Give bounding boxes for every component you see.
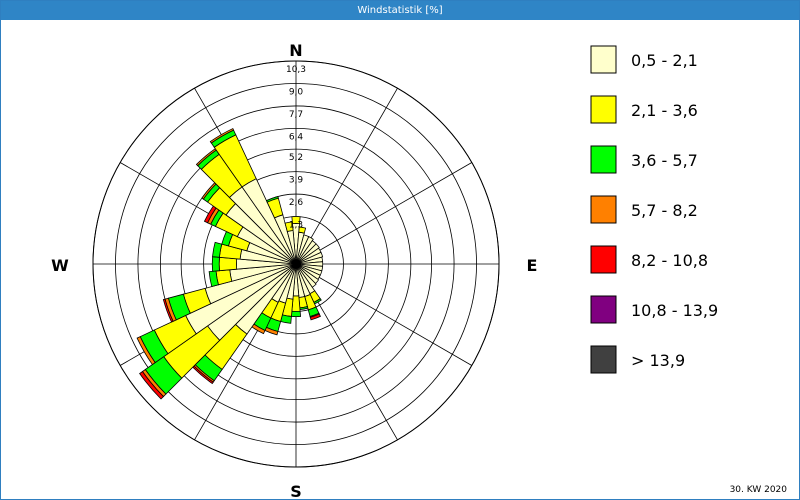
legend: 0,5 - 2,1 2,1 - 3,6 3,6 - 5,7 5,7 - 8,2 8,2 … [590,45,718,374]
legend-swatch [590,295,617,324]
grid-spoke [308,285,398,441]
ring-label: 5,2 [289,153,303,163]
footer-week-label: 30. KW 2020 [729,485,787,495]
windrose-chart: 1,3 2,6 3,9 5,2 6,4 7,7 9,0 10,3 N E S W 0,5 - 2,1 2,… [51,41,718,499]
ring-label: 10,3 [286,65,306,75]
sector-segment [290,310,302,318]
legend-label: 2,1 - 3,6 [631,101,698,120]
cardinal-east: E [527,256,538,275]
windrose-window: Windstatistik [%] 1,3 2,6 3,9 5,2 6,4 7,7 9,0 1… [0,0,800,500]
legend-label: 3,6 - 5,7 [631,151,698,170]
sector-segment [218,256,238,272]
grid-spoke [317,162,473,252]
cardinal-west: W [51,256,69,275]
legend-swatch [590,145,617,174]
legend-label: > 13,9 [631,351,685,370]
ring-label: 6,4 [289,132,304,142]
grid-spoke [308,87,398,243]
legend-swatch [590,95,617,124]
cardinal-north: N [289,41,302,60]
legend-label: 8,2 - 10,8 [631,251,708,270]
ring-label: 2,6 [289,198,304,208]
legend-label: 5,7 - 8,2 [631,201,698,220]
legend-swatch [590,245,617,274]
legend-swatch [590,45,617,74]
legend-swatch [590,345,617,374]
ring-label: 9,0 [289,87,304,97]
legend-label: 0,5 - 2,1 [631,51,698,70]
ring-label: 1,3 [289,221,303,231]
sector-segment [211,256,220,272]
ring-label: 7,7 [289,110,303,120]
grid-spoke [317,276,473,366]
legend-label: 10,8 - 13,9 [631,301,718,320]
cardinal-south: S [290,482,302,499]
ring-label: 3,9 [289,176,304,186]
legend-swatch [590,195,617,224]
